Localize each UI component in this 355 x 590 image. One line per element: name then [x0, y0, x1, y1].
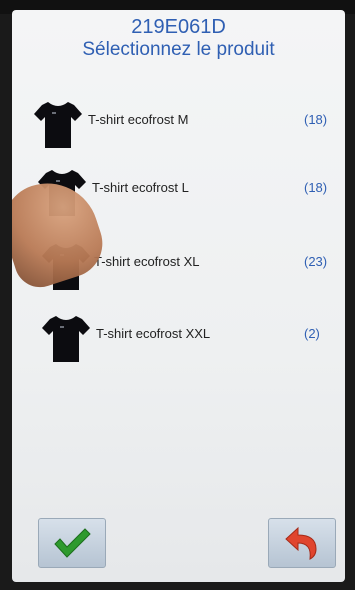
product-row-xxl[interactable]: T-shirt ecofrost XXL (2) — [12, 308, 345, 368]
product-count: (18) — [304, 180, 328, 195]
header: 219E061D Sélectionnez le produit — [12, 16, 345, 62]
product-reference: 219E061D — [131, 16, 226, 38]
product-row-m[interactable]: T-shirt ecofrost M (18) — [12, 94, 345, 154]
back-button[interactable] — [268, 518, 336, 568]
back-arrow-icon — [285, 526, 317, 560]
checkmark-icon — [54, 528, 91, 558]
confirm-button[interactable] — [38, 518, 106, 568]
product-count: (18) — [304, 112, 328, 127]
page-title: Sélectionnez le produit — [82, 39, 275, 60]
product-label: T-shirt ecofrost L — [92, 180, 189, 195]
product-label: T-shirt ecofrost XL — [94, 254, 200, 269]
tshirt-icon — [42, 316, 90, 362]
tshirt-icon — [34, 102, 82, 148]
product-count: (23) — [304, 254, 328, 269]
touch-screen: 219E061D Sélectionnez le produit T-shirt… — [12, 10, 345, 582]
product-label: T-shirt ecofrost M — [88, 112, 189, 127]
product-count: (2) — [304, 326, 320, 341]
product-label: T-shirt ecofrost XXL — [96, 326, 211, 341]
